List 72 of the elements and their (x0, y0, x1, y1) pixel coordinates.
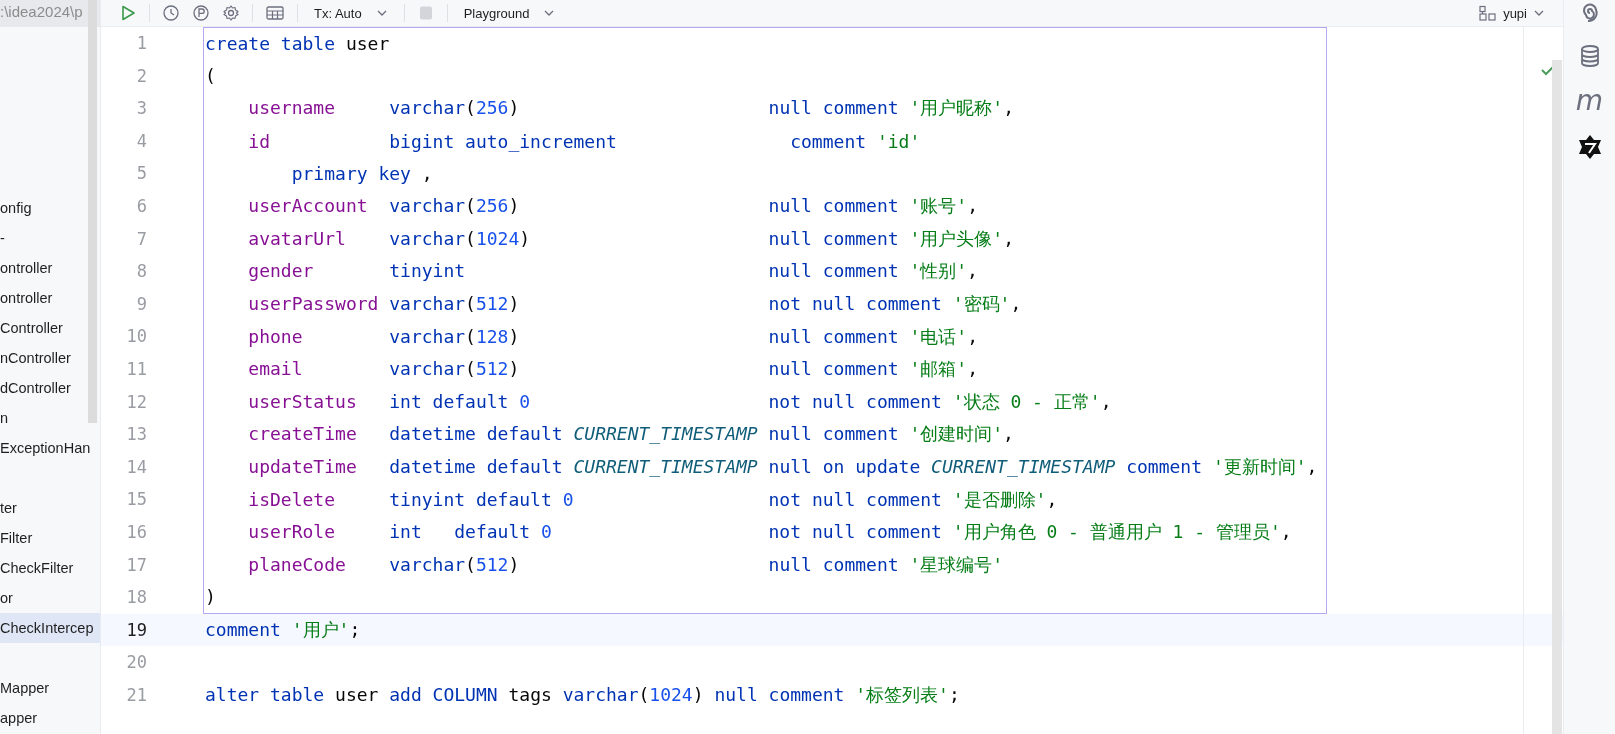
line-number: 17 (125, 553, 147, 577)
tree-item[interactable]: apper (0, 703, 100, 733)
line-number: 21 (125, 683, 147, 707)
code-line: id bigint auto_increment comment 'id' (247, 130, 921, 152)
tree-item[interactable]: - (0, 223, 100, 253)
code-line: phone varchar(128) null comment '电话', (247, 324, 978, 349)
code-line: avatarUrl varchar(1024) null comment '用户头像', (247, 226, 1014, 251)
project-dropdown[interactable]: yupi (1475, 5, 1549, 21)
tree-item[interactable]: ontroller (0, 253, 100, 283)
tree-item[interactable]: ontroller (0, 283, 100, 313)
code-line: comment '用户'; (205, 618, 361, 642)
line-number: 18 (125, 586, 147, 610)
line-number: 4 (135, 129, 147, 153)
code-line: username varchar(256) null comment '用户昵称', (247, 96, 1014, 121)
p-circle-icon[interactable] (192, 4, 210, 22)
code-line: ( (205, 65, 216, 87)
line-number: 8 (135, 260, 147, 284)
code-line: ) (205, 586, 216, 608)
tree-item[interactable]: CheckIntercep (0, 613, 100, 643)
line-number: 13 (125, 423, 147, 447)
tree-item[interactable]: or (0, 583, 100, 613)
code-line: alter table user add COLUMN tags varchar(1024) null comment '标签列表'; (205, 683, 960, 708)
modules-icon (1479, 5, 1498, 21)
line-number: 20 (125, 651, 147, 675)
tree-item[interactable]: Mapper (0, 673, 100, 703)
code-line: planeCode varchar(512) null comment '星球编号' (247, 552, 1004, 577)
line-number: 10 (125, 325, 147, 349)
scrollbar[interactable] (88, 0, 97, 423)
tree-item[interactable]: onfig (0, 193, 100, 223)
line-number: 14 (125, 455, 147, 479)
line-number: 5 (135, 162, 147, 186)
line-number: 3 (135, 97, 147, 121)
code-line: isDelete tinyint default 0 not null comment '是否删除', (247, 487, 1058, 512)
tree-item[interactable]: n (0, 403, 100, 433)
tree-item[interactable]: ter (0, 493, 100, 523)
tree-item[interactable]: Filter (0, 523, 100, 553)
database-icon[interactable] (1578, 44, 1601, 68)
tree-item[interactable]: Controller (0, 313, 100, 343)
tree-item[interactable]: ExceptionHan (0, 433, 100, 463)
scrollbar[interactable] (1552, 60, 1562, 734)
tree-item[interactable]: nController (0, 343, 100, 373)
tree-item[interactable]: CheckFilter (0, 553, 100, 583)
line-number: 12 (125, 390, 147, 414)
history-icon[interactable] (162, 4, 180, 22)
schema-dropdown[interactable]: Playground (459, 5, 560, 21)
code-line: updateTime datetime default CURRENT_TIMESTAMP null on update CURRENT_TIMESTAMP comment '更新时间', (247, 455, 1318, 479)
code-line: gender tinyint null comment '性别', (247, 259, 978, 284)
line-number: 11 (125, 357, 147, 381)
m-icon[interactable]: m (1575, 88, 1604, 114)
code-line: create table user (205, 33, 390, 55)
code-line: userPassword varchar(512) not null comment '密码', (247, 292, 1022, 317)
triangle-logo-icon[interactable] (1576, 134, 1603, 160)
tree-item[interactable]: dController (0, 373, 100, 403)
line-number: 15 (125, 488, 147, 512)
line-number: 9 (135, 292, 147, 316)
code-line: createTime datetime default CURRENT_TIMESTAMP null comment '创建时间', (247, 422, 1014, 447)
code-line: email varchar(512) null comment '邮箱', (247, 357, 978, 382)
transaction-mode-dropdown[interactable]: Tx: Auto (310, 5, 392, 21)
code-line: userRole int default 0 not null comment '用户角色 0 - 普通用户 1 - 管理员', (247, 520, 1292, 545)
line-number: 19 (125, 618, 147, 642)
line-number: 6 (135, 194, 147, 218)
settings-icon[interactable] (222, 4, 240, 22)
line-number: 1 (135, 32, 147, 55)
line-number: 2 (135, 64, 147, 88)
code-line: userStatus int default 0 not null comment '状态 0 - 正常', (247, 389, 1112, 414)
code-line: userAccount varchar(256) null comment '账号', (247, 194, 978, 219)
project-path: :\idea2024\p (0, 0, 100, 27)
code-line: primary key , (290, 163, 433, 185)
line-number: 16 (125, 520, 147, 544)
table-icon[interactable] (265, 4, 285, 22)
run-icon[interactable] (119, 4, 137, 22)
line-number: 7 (135, 227, 147, 251)
